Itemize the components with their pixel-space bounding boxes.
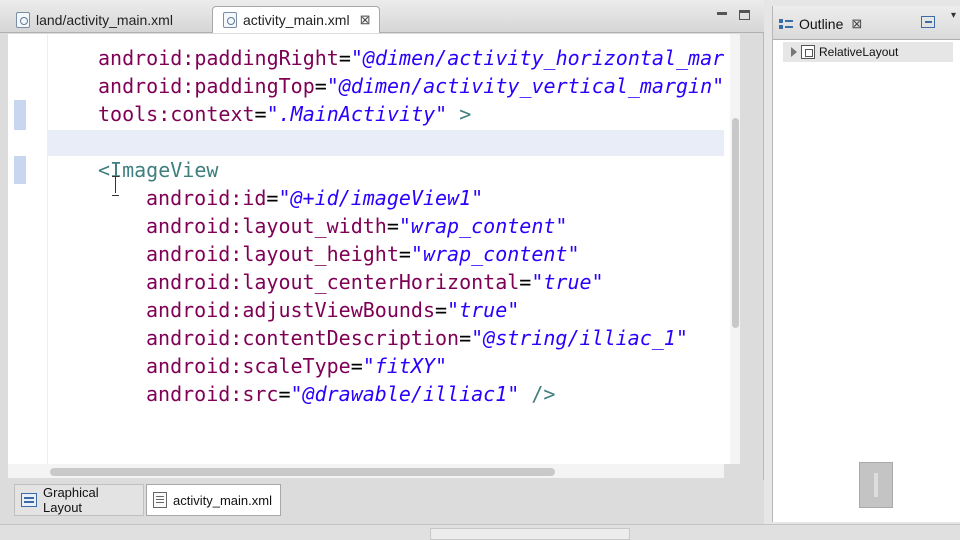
code-line[interactable]: android:paddingRight="@dimen/activity_ho… — [98, 44, 724, 72]
code-line[interactable]: tools:context=".MainActivity" > — [98, 100, 471, 128]
xml-attribute-value: "@string/illiac_1" — [471, 326, 688, 350]
xml-attribute-value: "fitXY" — [362, 354, 448, 378]
code-line[interactable]: android:scaleType="fitXY" — [146, 352, 447, 380]
tab-activity-main[interactable]: activity_main.xml ⊠ — [212, 6, 380, 33]
code-line[interactable]: android:paddingTop="@dimen/activity_vert… — [98, 72, 724, 100]
tab-land-activity-main[interactable]: land/activity_main.xml — [6, 6, 210, 33]
code-line[interactable]: android:adjustViewBounds="true" — [146, 296, 519, 324]
xml-attribute: android:paddingRight — [98, 46, 339, 70]
xml-attribute-value: "wrap_content" — [398, 214, 568, 238]
eclipse-window: land/activity_main.xml activity_main.xml… — [0, 0, 960, 540]
overlay-thumbnail — [859, 462, 893, 508]
tab-label: activity_main.xml — [243, 12, 350, 28]
xml-attribute: android:layout_width — [146, 214, 387, 238]
editor-pane: land/activity_main.xml activity_main.xml… — [0, 0, 764, 524]
xml-attribute-value: "true" — [447, 298, 520, 322]
equals-sign: = — [398, 242, 411, 266]
editor-window-controls — [717, 10, 750, 20]
relative-layout-icon — [801, 45, 815, 59]
xml-attribute: android:src — [146, 382, 279, 406]
tab-outline[interactable]: Outline ⊠ — [779, 12, 862, 36]
xml-attribute-value: "@+id/imageView1" — [278, 186, 484, 210]
xml-source-icon — [153, 492, 167, 508]
equals-sign: = — [519, 270, 532, 294]
collapse-all-icon[interactable] — [921, 16, 935, 28]
xml-text-editor[interactable]: android:paddingRight="@dimen/activity_ho… — [8, 34, 740, 464]
xml-attribute: tools:context — [98, 102, 255, 126]
tab-xml-source[interactable]: activity_main.xml — [146, 484, 281, 516]
text-cursor-icon — [112, 176, 120, 196]
xml-attribute: android:paddingTop — [98, 74, 315, 98]
tab-graphical-layout[interactable]: Graphical Layout — [14, 484, 144, 516]
tag-close: > — [447, 102, 472, 126]
code-line[interactable]: android:layout_width="wrap_content" — [146, 212, 567, 240]
xml-attribute: android:layout_height — [146, 242, 399, 266]
outline-view: Outline ⊠ ▾ RelativeLayout — [772, 6, 960, 522]
equals-sign: = — [338, 46, 351, 70]
equals-sign: = — [266, 186, 279, 210]
tab-label: land/activity_main.xml — [36, 11, 173, 28]
vertical-scroll-thumb[interactable] — [732, 118, 739, 328]
tab-label: Graphical Layout — [43, 485, 99, 515]
maximize-icon[interactable] — [739, 10, 750, 20]
xml-file-icon — [16, 11, 30, 28]
minimize-icon[interactable] — [717, 12, 727, 15]
outline-tab-bar: Outline ⊠ ▾ — [773, 6, 960, 40]
equals-sign: = — [434, 298, 448, 322]
xml-attribute-value: "wrap_content" — [410, 242, 580, 266]
equals-sign: = — [314, 74, 327, 98]
xml-attribute-value: "true" — [531, 270, 604, 294]
equals-sign: = — [278, 382, 291, 406]
code-line[interactable]: android:src="@drawable/illiac1" /> — [146, 380, 555, 408]
expand-arrow-icon[interactable] — [791, 47, 797, 57]
outline-icon — [779, 17, 793, 31]
code-line[interactable]: android:id="@+id/imageView1" — [146, 184, 483, 212]
xml-attribute: android:layout_centerHorizontal — [146, 270, 520, 294]
code-line[interactable]: android:contentDescription="@string/illi… — [146, 324, 688, 352]
code-line[interactable]: android:layout_centerHorizontal="true" — [146, 268, 604, 296]
status-segment — [430, 528, 630, 540]
xml-attribute: android:adjustViewBounds — [146, 298, 435, 322]
horizontal-scrollbar[interactable] — [8, 464, 724, 478]
editor-tab-bar: land/activity_main.xml activity_main.xml… — [0, 0, 764, 33]
view-menu-icon[interactable]: ▾ — [951, 10, 956, 21]
status-bar — [0, 524, 960, 540]
horizontal-scroll-thumb[interactable] — [50, 468, 555, 476]
outline-title: Outline — [799, 16, 844, 32]
close-tab-icon[interactable]: ⊠ — [360, 12, 371, 28]
tab-label: activity_main.xml — [173, 492, 272, 508]
equals-sign: = — [350, 354, 363, 378]
xml-attribute: android:contentDescription — [146, 326, 460, 350]
xml-attribute-value: "@dimen/activity_vertical_margin" — [326, 74, 725, 98]
editor-bottom-tabs: Graphical Layout activity_main.xml — [0, 480, 764, 524]
equals-sign: = — [254, 102, 267, 126]
code-area[interactable]: android:paddingRight="@dimen/activity_ho… — [48, 34, 724, 464]
xml-attribute-value: ".MainActivity" — [266, 102, 448, 126]
change-marker — [14, 100, 26, 130]
editor-ruler — [8, 34, 48, 464]
tree-item-label: RelativeLayout — [819, 45, 899, 59]
tag-close: /> — [519, 382, 556, 406]
vertical-scrollbar[interactable] — [730, 34, 740, 464]
equals-sign: = — [459, 326, 472, 350]
outline-tree-item-relativelayout[interactable]: RelativeLayout — [783, 42, 953, 62]
change-marker — [14, 156, 26, 184]
xml-attribute: android:scaleType — [146, 354, 351, 378]
xml-file-icon — [223, 12, 237, 28]
xml-attribute: android:id — [146, 186, 267, 210]
xml-attribute-value: "@dimen/activity_horizontal_mar — [350, 46, 725, 70]
equals-sign: = — [386, 214, 399, 238]
graphical-layout-icon — [21, 493, 37, 507]
close-outline-icon[interactable]: ⊠ — [851, 16, 862, 32]
xml-attribute-value: "@drawable/illiac1" — [290, 382, 520, 406]
code-line[interactable]: android:layout_height="wrap_content" — [146, 240, 580, 268]
